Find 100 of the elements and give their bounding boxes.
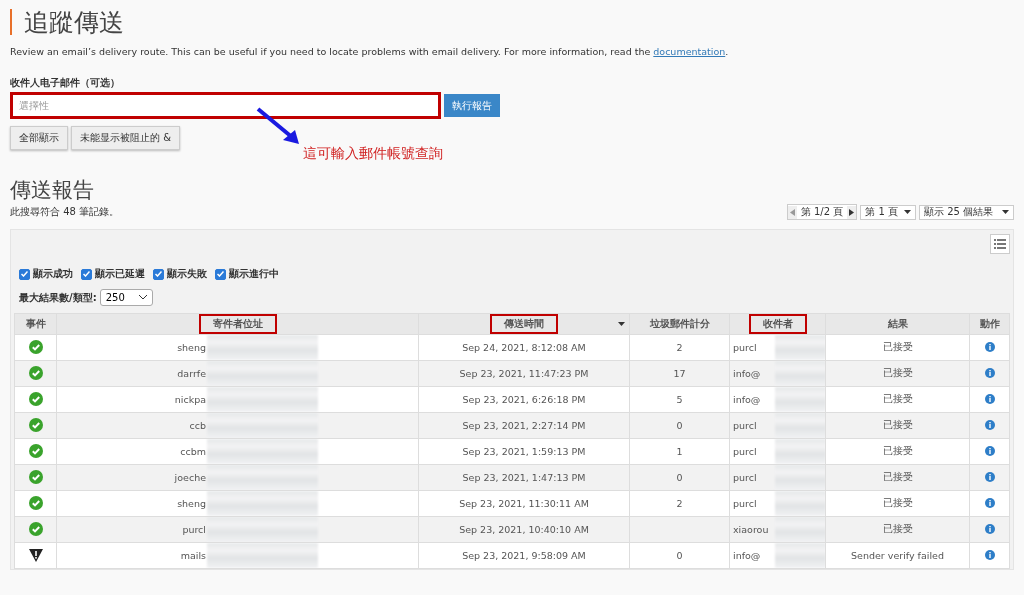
table-cell: nickpa [174,394,206,405]
redaction-blur [775,413,825,438]
sort-caret-icon[interactable] [618,322,625,326]
dropdown-caret-icon [904,210,911,214]
page-indicator: 第 1/2 頁 [799,205,845,219]
table-cell: Sep 23, 2021, 1:59:13 PM [462,446,586,457]
redaction-blur [775,439,825,464]
table-cell: darrfe [177,368,206,379]
checkmark-icon [155,271,162,277]
max-results-select[interactable]: 250 [99,289,153,306]
column-header[interactable]: 傳送時間 [490,314,558,334]
checkbox[interactable] [215,268,226,280]
section-title: 傳送報告 [10,177,95,204]
filter-checkbox[interactable]: 顯示已延遲 [81,267,145,281]
prev-page-button[interactable] [787,205,797,219]
record-count: 此搜尋符合 48 筆記錄。 [10,205,120,219]
checkbox[interactable] [81,268,92,280]
next-page-button[interactable] [847,205,857,219]
table-cell: Sep 24, 2021, 8:12:08 AM [462,342,586,353]
check-circle-icon [28,443,43,458]
run-report-button[interactable]: 執行報告 [444,94,500,117]
checkbox[interactable] [153,268,164,280]
table-cell: 5 [676,394,683,405]
info-icon[interactable] [984,393,995,404]
recipient-input[interactable]: 選擇性 [10,92,441,119]
info-icon[interactable] [984,471,995,482]
table-cell: Sep 23, 2021, 10:40:10 AM [459,524,589,535]
table-cell: Sender verify failed [851,550,944,561]
filter-button[interactable]: 未能显示被阻止的 & [71,126,180,150]
redaction-blur [775,465,825,490]
checkmark-icon [217,271,224,277]
max-results-label: 最大結果數/類型: [19,290,97,305]
chevron-down-icon [138,295,147,300]
column-header[interactable]: 收件者 [748,314,807,334]
info-icon[interactable] [984,367,995,378]
description: Review an email’s delivery route. This can be useful if you need to locate problems with email delivery. For more information, read the documentation. [10,46,730,57]
table-cell: Sep 23, 2021, 6:26:18 PM [462,394,586,405]
warning-icon [28,547,43,562]
table-cell: 1 [676,446,683,457]
table-cell: 17 [673,368,686,379]
info-icon[interactable] [984,497,995,508]
table-cell: Sep 23, 2021, 2:27:14 PM [462,420,586,431]
info-icon[interactable] [984,445,995,456]
table-cell: 2 [676,342,683,353]
check-circle-icon [28,521,43,536]
info-icon[interactable] [984,419,995,430]
table-cell: sheng [177,342,206,353]
table-cell: mails [180,550,206,561]
check-circle-icon [28,339,43,354]
table-cell: info@ [733,368,761,379]
table-cell: Sep 23, 2021, 11:47:23 PM [459,368,589,379]
filter-checkbox[interactable]: 顯示失敗 [153,267,207,281]
table-cell: purcl [733,472,757,483]
table-cell: Sep 23, 2021, 11:30:11 AM [459,498,589,509]
page-select[interactable]: 第 1 頁 [860,204,916,220]
table-cell: purcl [733,420,757,431]
left-triangle-icon [789,208,795,216]
column-header[interactable]: 結果 [883,314,912,334]
table-cell: purcl [733,446,757,457]
table-cell: Sep 23, 2021, 1:47:13 PM [462,472,586,483]
table-cell: 0 [676,420,683,431]
table-cell: 已接受 [882,471,913,482]
table-cell: 已接受 [882,497,913,508]
right-triangle-icon [849,208,855,216]
table-cell: 0 [676,550,683,561]
redaction-blur [775,517,825,542]
table-cell: 2 [676,498,683,509]
dropdown-caret-icon [1002,210,1009,214]
table-cell: xiaorou [733,524,769,535]
table-cell: ccbm [180,446,206,457]
filter-checkbox[interactable]: 顯示進行中 [215,267,279,281]
redaction-blur [775,361,825,386]
table-cell: 已接受 [882,341,913,352]
table-cell: purcl [182,524,206,535]
redaction-blur [775,491,825,516]
check-circle-icon [28,469,43,484]
info-icon[interactable] [984,341,995,352]
page-size-select[interactable]: 顯示 25 個結果 [919,204,1014,220]
table-cell: Sep 23, 2021, 9:58:09 AM [462,550,586,561]
filter-checkbox[interactable]: 顯示成功 [19,267,73,281]
table-cell: 已接受 [882,367,913,378]
filter-button[interactable]: 全部顯示 [10,126,68,150]
page-title: 追蹤傳送 [24,6,124,39]
table-cell: info@ [733,550,761,561]
checkbox[interactable] [19,268,30,280]
table-cell: joeche [174,472,206,483]
table-cell: info@ [733,394,761,405]
check-circle-icon [28,365,43,380]
table-cell: purcl [733,342,757,353]
list-view-icon[interactable] [990,234,1010,254]
redaction-blur [775,387,825,412]
info-icon[interactable] [984,549,995,560]
table-cell: 已接受 [882,445,913,456]
table-cell: sheng [177,498,206,509]
redaction-blur [775,543,825,568]
table-cell: 已接受 [882,419,913,430]
check-circle-icon [28,417,43,432]
redaction-blur [775,335,825,360]
info-icon[interactable] [984,523,995,534]
column-header[interactable]: 寄件者位址 [198,314,277,334]
